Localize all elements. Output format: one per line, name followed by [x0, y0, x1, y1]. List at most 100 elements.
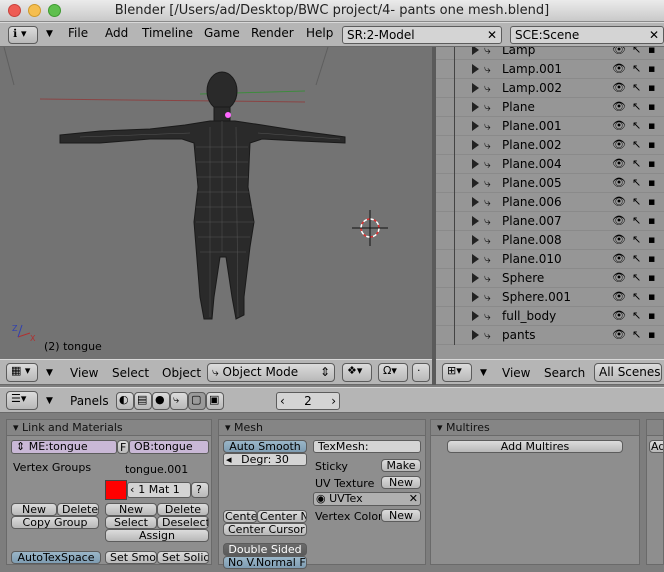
render-camera-icon[interactable]: ▪	[648, 62, 655, 75]
outliner-item-name[interactable]: Sphere	[502, 271, 544, 285]
uv-texture-new-button[interactable]: New	[381, 476, 421, 489]
expand-triangle-icon[interactable]	[472, 159, 479, 169]
outliner-item[interactable]: ⤷ Plane.005 👁 ↖ ▪	[436, 174, 664, 193]
3d-viewport[interactable]: Z X (2) tongue	[0, 47, 432, 359]
logic-context-icon[interactable]: ◐	[116, 392, 134, 410]
outliner-item-name[interactable]: full_body	[502, 309, 556, 323]
render-camera-icon[interactable]: ▪	[648, 309, 655, 322]
render-camera-icon[interactable]: ▪	[648, 290, 655, 303]
visibility-eye-icon[interactable]: 👁	[612, 47, 626, 56]
copy-group-button[interactable]: Copy Group	[11, 516, 99, 529]
panels-menu[interactable]: Panels	[70, 394, 109, 408]
outliner-item[interactable]: ⤷ Lamp.001 👁 ↖ ▪	[436, 60, 664, 79]
selectable-arrow-icon[interactable]: ↖	[632, 81, 641, 94]
mode-selector[interactable]: ⤷ Object Mode ⇕	[207, 363, 335, 382]
screen-selector[interactable]: SR:2-Model ✕	[342, 26, 502, 44]
double-sided-toggle[interactable]: Double Sided	[223, 543, 307, 556]
outliner-item-name[interactable]: Plane	[502, 100, 535, 114]
selectable-arrow-icon[interactable]: ↖	[632, 328, 641, 341]
render-camera-icon[interactable]: ▪	[648, 81, 655, 94]
uvtex-active-icon[interactable]: ◉	[316, 493, 326, 505]
object-context-icon[interactable]: ⤷	[170, 392, 188, 410]
expand-triangle-icon[interactable]	[472, 102, 479, 112]
outliner-item[interactable]: ⤷ pants 👁 ↖ ▪	[436, 326, 664, 345]
outliner-item[interactable]: ⤷ Plane.007 👁 ↖ ▪	[436, 212, 664, 231]
center-button[interactable]: Cente	[223, 510, 257, 523]
material-select-button[interactable]: Select	[105, 516, 157, 529]
expand-triangle-icon[interactable]	[472, 47, 479, 55]
material-index-field[interactable]: ‹ 1 Mat 1	[127, 482, 191, 498]
expand-triangle-icon[interactable]	[472, 292, 479, 302]
collapse-menu-icon[interactable]: ▼	[46, 396, 53, 406]
center-cursor-button[interactable]: Center Cursor	[223, 523, 307, 536]
mesh-datablock-field[interactable]: ⇕ ME:tongue	[11, 440, 117, 454]
buttons-editor-icon[interactable]: ☰▾	[6, 391, 38, 410]
visibility-eye-icon[interactable]: 👁	[612, 328, 626, 341]
menu-select[interactable]: Select	[112, 366, 149, 380]
material-new-button[interactable]: New	[105, 503, 157, 516]
selectable-arrow-icon[interactable]: ↖	[632, 271, 641, 284]
visibility-eye-icon[interactable]: 👁	[612, 309, 626, 322]
expand-triangle-icon[interactable]	[472, 254, 479, 264]
visibility-eye-icon[interactable]: 👁	[612, 138, 626, 151]
outliner-item-name[interactable]: Plane.001	[502, 119, 562, 133]
outliner-item[interactable]: ⤷ Plane.010 👁 ↖ ▪	[436, 250, 664, 269]
menu-search[interactable]: Search	[544, 366, 585, 380]
outliner-item-name[interactable]: Plane.008	[502, 233, 562, 247]
visibility-eye-icon[interactable]: 👁	[612, 271, 626, 284]
menu-object[interactable]: Object	[162, 366, 201, 380]
set-solid-button[interactable]: Set Solid	[157, 551, 209, 564]
collapse-menu-icon[interactable]: ▼	[46, 29, 53, 39]
outliner-item[interactable]: ⤷ Lamp 👁 ↖ ▪	[436, 47, 664, 60]
object-datablock-field[interactable]: OB:tongue	[129, 440, 209, 454]
selectable-arrow-icon[interactable]: ↖	[632, 47, 641, 56]
outliner-item-name[interactable]: Plane.005	[502, 176, 562, 190]
material-deselect-button[interactable]: Deselect	[157, 516, 209, 529]
selectable-arrow-icon[interactable]: ↖	[632, 252, 641, 265]
render-camera-icon[interactable]: ▪	[648, 252, 655, 265]
selectable-arrow-icon[interactable]: ↖	[632, 309, 641, 322]
close-icon[interactable]: ✕	[409, 493, 418, 505]
visibility-eye-icon[interactable]: 👁	[612, 176, 626, 189]
render-camera-icon[interactable]: ▪	[648, 157, 655, 170]
vertex-group-new-button[interactable]: New	[11, 503, 57, 516]
expand-triangle-icon[interactable]	[472, 140, 479, 150]
outliner-item-name[interactable]: Lamp	[502, 47, 535, 57]
outliner-scope-selector[interactable]: All Scenes	[594, 363, 662, 382]
panel-header[interactable]: ▾ Mesh	[219, 420, 425, 436]
outliner-editor-icon[interactable]: ⊞▾	[442, 363, 472, 382]
outliner-item[interactable]: ⤷ Sphere 👁 ↖ ▪	[436, 269, 664, 288]
visibility-eye-icon[interactable]: 👁	[612, 195, 626, 208]
panel-header[interactable]: ▾ Link and Materials	[7, 420, 211, 436]
selectable-arrow-icon[interactable]: ↖	[632, 214, 641, 227]
selectable-arrow-icon[interactable]: ↖	[632, 100, 641, 113]
expand-triangle-icon[interactable]	[472, 273, 479, 283]
visibility-eye-icon[interactable]: 👁	[612, 100, 626, 113]
outliner-item[interactable]: ⤷ Sphere.001 👁 ↖ ▪	[436, 288, 664, 307]
outliner-item-name[interactable]: Plane.010	[502, 252, 562, 266]
expand-triangle-icon[interactable]	[472, 178, 479, 188]
sticky-make-button[interactable]: Make	[381, 459, 421, 472]
outliner-item[interactable]: ⤷ Plane.008 👁 ↖ ▪	[436, 231, 664, 250]
partial-add-button[interactable]: Ad	[649, 440, 663, 453]
selectable-arrow-icon[interactable]: ↖	[632, 176, 641, 189]
layer-icon[interactable]: ·	[412, 363, 430, 382]
texmesh-field[interactable]: TexMesh:	[313, 440, 421, 453]
outliner-item-name[interactable]: Lamp.002	[502, 81, 562, 95]
selectable-arrow-icon[interactable]: ↖	[632, 290, 641, 303]
render-camera-icon[interactable]: ▪	[648, 138, 655, 151]
menu-help[interactable]: Help	[306, 26, 333, 40]
outliner-item-name[interactable]: Sphere.001	[502, 290, 571, 304]
menu-render[interactable]: Render	[251, 26, 294, 40]
add-multires-button[interactable]: Add Multires	[447, 440, 623, 453]
outliner-item[interactable]: ⤷ Lamp.002 👁 ↖ ▪	[436, 79, 664, 98]
pivot-icon[interactable]: Ω▾	[378, 363, 408, 382]
outliner-item-name[interactable]: Plane.006	[502, 195, 562, 209]
expand-triangle-icon[interactable]	[472, 64, 479, 74]
material-query-button[interactable]: ?	[191, 482, 209, 498]
outliner-item-name[interactable]: Plane.002	[502, 138, 562, 152]
render-camera-icon[interactable]: ▪	[648, 176, 655, 189]
selectable-arrow-icon[interactable]: ↖	[632, 62, 641, 75]
outliner-item[interactable]: ⤷ Plane 👁 ↖ ▪	[436, 98, 664, 117]
close-icon[interactable]: ✕	[487, 27, 497, 43]
